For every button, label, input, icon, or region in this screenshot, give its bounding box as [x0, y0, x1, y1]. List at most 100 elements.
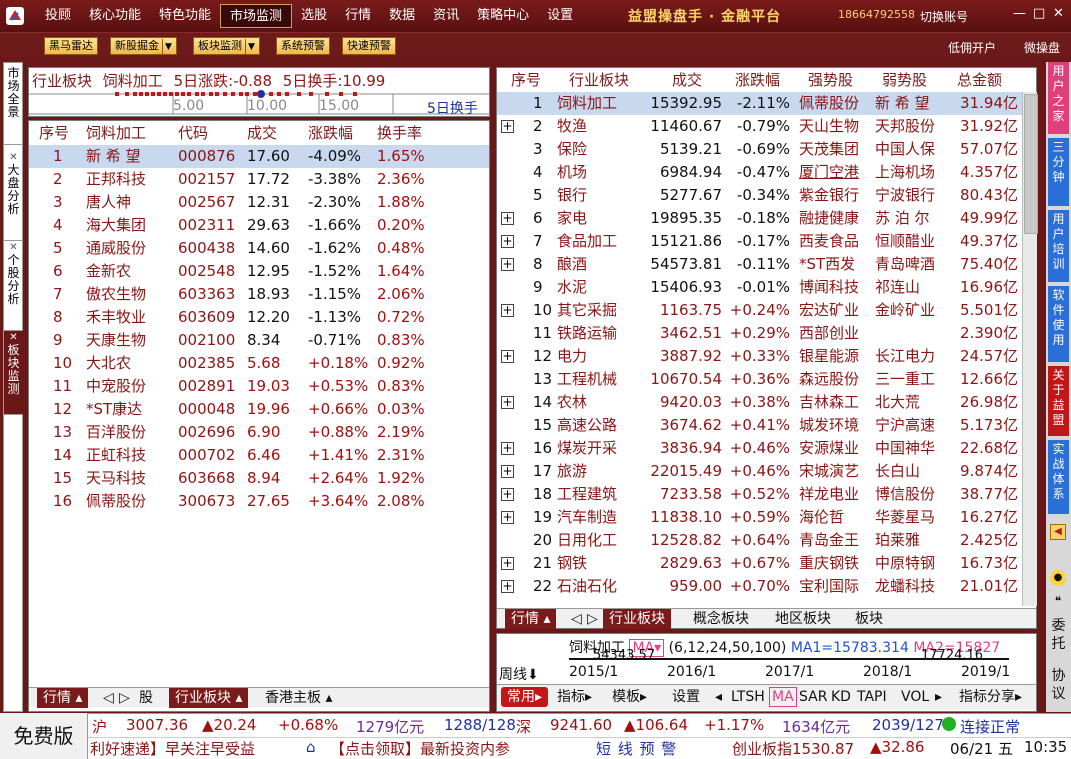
- ind-vol[interactable]: VOL: [901, 685, 929, 709]
- close-icon[interactable]: ✕: [1053, 6, 1064, 21]
- col-price[interactable]: 成交: [247, 122, 277, 145]
- speaker-icon[interactable]: ◀: [1050, 524, 1066, 540]
- home-icon[interactable]: ⌂: [306, 738, 316, 756]
- penguin-icon[interactable]: ●: [1050, 570, 1066, 586]
- col-code[interactable]: 代码: [178, 122, 208, 145]
- tab-concept[interactable]: 概念板块: [687, 609, 755, 629]
- ind-tapi[interactable]: TAPI: [857, 685, 887, 709]
- col-strong[interactable]: 强势股: [808, 69, 853, 92]
- ind-sar[interactable]: SAR: [799, 685, 827, 709]
- table-row[interactable]: 20 日用化工 12528.82 +0.64% 青岛金王 珀莱雅 2.425亿: [497, 529, 1022, 552]
- expand-icon[interactable]: +: [501, 235, 514, 248]
- tab-hk-main[interactable]: 香港主板 ▴: [259, 688, 338, 708]
- open-account-link[interactable]: 低佣开户: [948, 39, 996, 56]
- maximize-icon[interactable]: □: [1033, 6, 1045, 21]
- menu-item-3[interactable]: 市场监测: [220, 4, 293, 28]
- table-row[interactable]: 3 保险 5139.21 -0.69% 天茂集团 中国人保 57.07亿: [497, 138, 1022, 161]
- ind-ltsh[interactable]: LTSH: [731, 685, 765, 709]
- practice-system-tab[interactable]: 实战体系: [1048, 440, 1069, 514]
- expand-icon[interactable]: +: [501, 350, 514, 363]
- table-row[interactable]: +6 家电 19895.35 -0.18% 融捷健康苏 泊 尔 49.99亿: [497, 207, 1022, 230]
- template-button[interactable]: 模板▸: [612, 685, 647, 709]
- short-line-alert[interactable]: 短 线 预 警: [596, 738, 677, 759]
- ind-kd[interactable]: KD: [831, 685, 851, 709]
- tab-stocks[interactable]: 股: [133, 688, 159, 708]
- tab-industry[interactable]: 行业板块: [603, 609, 671, 629]
- about-tab[interactable]: 关于益盟: [1048, 366, 1069, 436]
- period-select[interactable]: 周线⬇: [499, 664, 539, 684]
- menu-item-0[interactable]: 投顾: [36, 4, 80, 28]
- indicator-button[interactable]: 指标▸: [557, 685, 592, 709]
- col-index[interactable]: 序号: [39, 122, 69, 145]
- ticker-news-1[interactable]: 利好速递】早关注早受益: [90, 738, 255, 759]
- menu-item-6[interactable]: 数据: [380, 4, 424, 28]
- settings-button[interactable]: 设置: [672, 685, 700, 709]
- prev-indicator-icon[interactable]: ◂: [715, 685, 722, 709]
- menu-item-7[interactable]: 资讯: [424, 4, 468, 28]
- tab-sector-monitor[interactable]: ✕ 板块监测: [4, 331, 23, 415]
- menu-item-2[interactable]: 特色功能: [150, 4, 220, 28]
- col-turnover[interactable]: 换手率: [377, 122, 422, 145]
- table-row[interactable]: +7 食品加工 15121.86 -0.17% 西麦食品 恒顺醋业 49.37亿: [497, 230, 1022, 253]
- table-row[interactable]: 1 新 希 望 000876 17.60 -4.09% 1.65%: [29, 145, 489, 168]
- ticker-news-2[interactable]: 【点击领取】最新投资内参: [330, 738, 510, 759]
- table-row[interactable]: +19 汽车制造 11838.10 +0.59% 海伦哲 华菱星马 16.27亿: [497, 506, 1022, 529]
- table-row[interactable]: +18 工程建筑 7233.58 +0.52% 祥龙电业 博信股份 38.77亿: [497, 483, 1022, 506]
- menu-item-8[interactable]: 策略中心: [468, 4, 538, 28]
- col-total[interactable]: 总金额: [957, 69, 1002, 92]
- table-row[interactable]: 10 大北农 002385 5.68 +0.18% 0.92%: [29, 352, 489, 375]
- col-weak[interactable]: 弱势股: [882, 69, 927, 92]
- expand-icon[interactable]: +: [501, 120, 514, 133]
- menu-item-5[interactable]: 行情: [336, 4, 380, 28]
- table-row[interactable]: 6 金新农 002548 12.95 -1.52% 1.64%: [29, 260, 489, 283]
- sector-monitor-button[interactable]: 板块监测 ▼: [193, 37, 260, 55]
- table-row[interactable]: 15 高速公路 3674.62 +0.41% 城发环境 宁沪高速 5.173亿: [497, 414, 1022, 437]
- chevron-down-icon[interactable]: ▼: [245, 39, 255, 55]
- tab-index-analysis[interactable]: ✕ 大盘分析: [4, 151, 23, 241]
- expand-icon[interactable]: +: [501, 396, 514, 409]
- tab-sector[interactable]: 板块: [849, 609, 889, 629]
- tab-region[interactable]: 地区板块: [769, 609, 837, 629]
- table-row[interactable]: 5 通威股份 600438 14.60 -1.62% 0.48%: [29, 237, 489, 260]
- tab-industry[interactable]: 行业板块 ▴: [169, 688, 249, 708]
- table-row[interactable]: 9 天康生物 002100 8.34 -0.71% 0.83%: [29, 329, 489, 352]
- table-row[interactable]: +12 电力 3887.92 +0.33% 银星能源 长江电力 24.57亿: [497, 345, 1022, 368]
- ind-ma[interactable]: MA: [769, 687, 797, 707]
- col-index[interactable]: 序号: [511, 69, 541, 92]
- menu-item-1[interactable]: 核心功能: [80, 4, 150, 28]
- table-row[interactable]: 8 禾丰牧业 603609 12.20 -1.13% 0.72%: [29, 306, 489, 329]
- table-row[interactable]: 11 中宠股份 002891 19.03 +0.53% 0.83%: [29, 375, 489, 398]
- user-home-tab[interactable]: 用户之家: [1048, 62, 1069, 134]
- software-usage-tab[interactable]: 软件使用: [1048, 286, 1069, 362]
- minimize-icon[interactable]: —: [1013, 6, 1026, 21]
- table-row[interactable]: +2 牧渔 11460.67 -0.79% 天山生物 天邦股份 31.92亿: [497, 115, 1022, 138]
- col-change[interactable]: 涨跌幅: [735, 69, 780, 92]
- common-button[interactable]: 常用▸: [501, 687, 549, 707]
- quote-icon[interactable]: ❝: [1050, 594, 1066, 610]
- vertical-scrollbar[interactable]: [1022, 92, 1038, 606]
- table-row[interactable]: 16 佩蒂股份 300673 27.65 +3.64% 2.08%: [29, 490, 489, 513]
- table-row[interactable]: 13 工程机械 10670.54 +0.36% 森远股份 三一重工 12.66亿: [497, 368, 1022, 391]
- table-row[interactable]: 7 傲农生物 603363 18.93 -1.15% 2.06%: [29, 283, 489, 306]
- table-row[interactable]: 13 百洋股份 002696 6.90 +0.88% 2.19%: [29, 421, 489, 444]
- table-row[interactable]: 5 银行 5277.67 -0.34% 紫金银行 宁波银行 80.43亿: [497, 184, 1022, 207]
- expand-icon[interactable]: +: [501, 580, 514, 593]
- quick-alert-button[interactable]: 快速预警: [342, 37, 396, 55]
- expand-icon[interactable]: +: [501, 212, 514, 225]
- expand-icon[interactable]: +: [501, 511, 514, 524]
- col-price[interactable]: 成交: [672, 69, 702, 92]
- expand-icon[interactable]: +: [501, 304, 514, 317]
- heima-radar-button[interactable]: 黑马雷达: [44, 37, 98, 55]
- menu-item-4[interactable]: 选股: [292, 4, 336, 28]
- scroll-right-icon[interactable]: ▷: [581, 609, 604, 629]
- col-sector[interactable]: 行业板块: [569, 69, 629, 92]
- agreement-button[interactable]: 协议: [1048, 667, 1069, 703]
- expand-icon[interactable]: +: [501, 488, 514, 501]
- scrollbar-thumb[interactable]: [1024, 94, 1038, 234]
- system-alert-button[interactable]: 系统预警: [276, 37, 330, 55]
- table-row[interactable]: 12 *ST康达 000048 19.96 +0.66% 0.03%: [29, 398, 489, 421]
- table-row[interactable]: +16 煤炭开采 3836.94 +0.46% 安源煤业 中国神华 22.68亿: [497, 437, 1022, 460]
- col-name[interactable]: 饲料加工: [86, 122, 146, 145]
- table-row[interactable]: +17 旅游 22015.49 +0.46% 宋城演艺 长白山 9.874亿: [497, 460, 1022, 483]
- indicator-share-button[interactable]: 指标分享▸: [959, 685, 1022, 709]
